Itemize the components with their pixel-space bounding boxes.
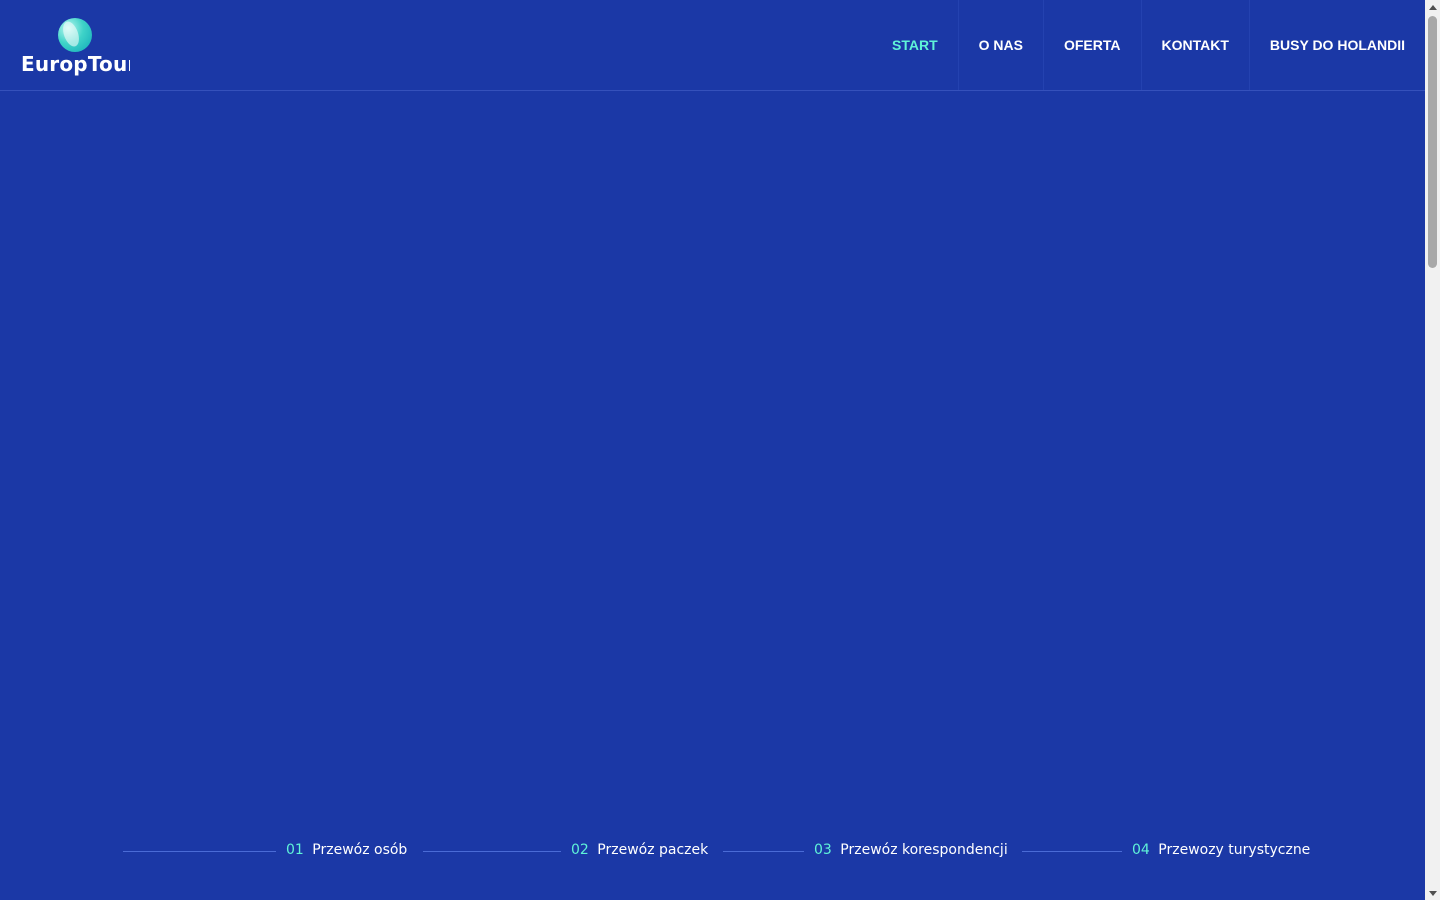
service-number: 01 bbox=[286, 842, 304, 858]
service-number: 04 bbox=[1132, 842, 1150, 858]
service-number: 03 bbox=[814, 842, 832, 858]
scroll-down-arrow-icon[interactable] bbox=[1425, 886, 1440, 900]
service-number: 02 bbox=[571, 842, 589, 858]
scrollbar-thumb[interactable] bbox=[1428, 16, 1437, 268]
nav-item-busy-do-holandii[interactable]: BUSY DO HOLANDII bbox=[1248, 0, 1425, 90]
page: EuropTour START O NAS OFERTA KONTAKT BUS… bbox=[0, 0, 1425, 900]
divider-line bbox=[1022, 851, 1122, 852]
sphere-logo-icon bbox=[58, 18, 92, 52]
service-label: Przewozy turystyczne bbox=[1158, 842, 1311, 858]
vertical-scrollbar[interactable] bbox=[1425, 0, 1440, 900]
service-tabs: 01 Przewóz osób 02 Przewóz paczek 03 Prz… bbox=[0, 836, 1425, 868]
nav-item-oferta[interactable]: OFERTA bbox=[1042, 0, 1141, 90]
brand-name: EuropTour bbox=[21, 52, 130, 76]
service-label: Przewóz korespondencji bbox=[840, 842, 1008, 858]
service-tab-przewoz-korespondencji[interactable]: 03 Przewóz korespondencji bbox=[814, 842, 1008, 858]
nav-item-kontakt[interactable]: KONTAKT bbox=[1140, 0, 1249, 90]
service-tab-przewozy-turystyczne[interactable]: 04 Przewozy turystyczne bbox=[1132, 842, 1310, 858]
site-header: EuropTour START O NAS OFERTA KONTAKT BUS… bbox=[0, 0, 1425, 91]
brand-logo[interactable]: EuropTour bbox=[20, 18, 130, 76]
service-tab-przewoz-osob[interactable]: 01 Przewóz osób bbox=[286, 842, 407, 858]
service-label: Przewóz paczek bbox=[597, 842, 709, 858]
main-nav: START O NAS OFERTA KONTAKT BUSY DO HOLAN… bbox=[872, 0, 1425, 90]
nav-item-start[interactable]: START bbox=[872, 0, 958, 90]
divider-line bbox=[723, 851, 804, 852]
divider-line bbox=[423, 851, 561, 852]
service-tab-przewoz-paczek[interactable]: 02 Przewóz paczek bbox=[571, 842, 708, 858]
divider-line bbox=[123, 851, 276, 852]
nav-item-o-nas[interactable]: O NAS bbox=[957, 0, 1043, 90]
scroll-up-arrow-icon[interactable] bbox=[1425, 0, 1440, 14]
service-label: Przewóz osób bbox=[312, 842, 408, 858]
